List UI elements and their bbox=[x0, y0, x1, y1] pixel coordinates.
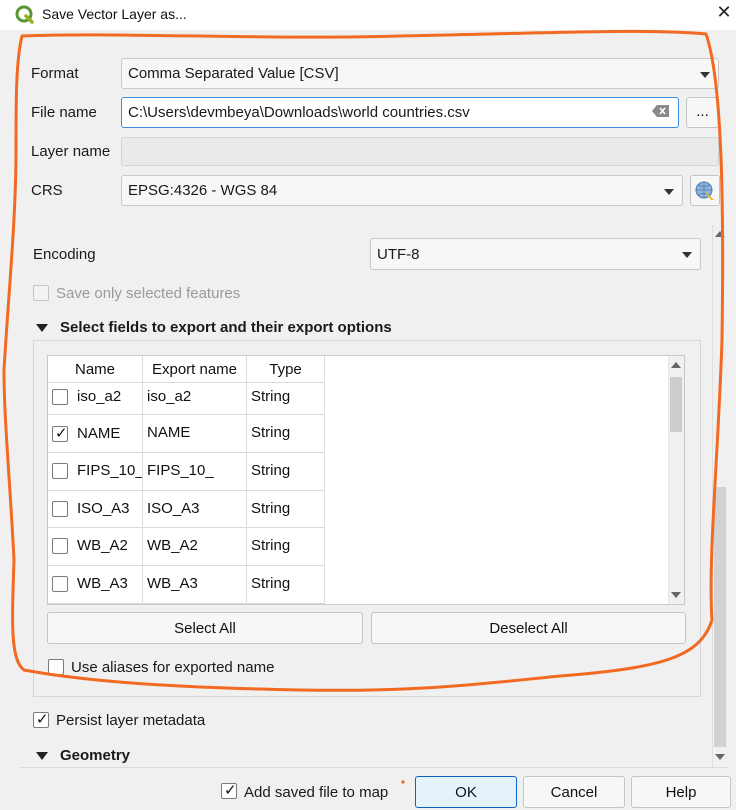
add-to-map-checkbox[interactable]: ✓ bbox=[221, 782, 237, 799]
field-name: iso_a2 bbox=[77, 388, 122, 405]
clear-text-icon[interactable] bbox=[652, 104, 670, 118]
type-cell: String bbox=[247, 453, 325, 491]
table-row[interactable]: WB_A2 bbox=[48, 528, 143, 566]
crs-select[interactable]: EPSG:4326 - WGS 84 bbox=[121, 175, 683, 206]
row-checkbox[interactable] bbox=[52, 463, 68, 479]
column-header-export-name[interactable]: Export name bbox=[143, 356, 247, 383]
globe-icon bbox=[695, 181, 714, 200]
check-icon: ✓ bbox=[55, 425, 68, 442]
layername-label: Layer name bbox=[31, 143, 111, 160]
export-name-cell[interactable]: WB_A3 bbox=[143, 566, 247, 604]
table-row[interactable]: WB_A3 bbox=[48, 566, 143, 604]
row-checkbox[interactable] bbox=[52, 501, 68, 517]
row-checkbox[interactable] bbox=[52, 389, 68, 405]
scroll-down-icon[interactable] bbox=[715, 754, 725, 760]
format-value: Comma Separated Value [CSV] bbox=[128, 65, 339, 82]
table-scroll-thumb[interactable] bbox=[670, 377, 682, 432]
use-aliases-label: Use aliases for exported name bbox=[71, 659, 275, 676]
table-row[interactable]: ISO_A3 bbox=[48, 491, 143, 528]
row-checkbox[interactable] bbox=[52, 576, 68, 592]
column-header-type[interactable]: Type bbox=[247, 356, 325, 383]
table-row[interactable]: ✓ NAME bbox=[48, 415, 143, 453]
cancel-button[interactable]: Cancel bbox=[523, 776, 625, 808]
layername-input bbox=[121, 137, 719, 166]
close-icon[interactable]: ✕ bbox=[712, 2, 736, 26]
format-select[interactable]: Comma Separated Value [CSV] bbox=[121, 58, 719, 89]
export-name-cell[interactable]: WB_A2 bbox=[143, 528, 247, 566]
filename-input[interactable]: C:\Users\devmbeya\Downloads\world countr… bbox=[121, 97, 679, 128]
table-row[interactable]: FIPS_10_ bbox=[48, 453, 143, 491]
fields-section-title[interactable]: Select fields to export and their export… bbox=[60, 319, 392, 336]
footer-divider bbox=[20, 767, 728, 768]
deselect-all-button[interactable]: Deselect All bbox=[371, 612, 686, 644]
chevron-down-icon bbox=[664, 189, 674, 195]
main-scroll-thumb[interactable] bbox=[714, 245, 726, 485]
encoding-label: Encoding bbox=[33, 246, 96, 263]
format-label: Format bbox=[31, 65, 79, 82]
save-selected-checkbox bbox=[33, 285, 49, 301]
help-button[interactable]: Help bbox=[631, 776, 731, 808]
type-cell: String bbox=[247, 566, 325, 604]
encoding-select[interactable]: UTF-8 bbox=[370, 238, 701, 270]
scroll-up-icon[interactable] bbox=[715, 231, 725, 237]
export-name-cell[interactable]: NAME bbox=[143, 415, 247, 453]
field-name: ISO_A3 bbox=[77, 500, 130, 517]
check-icon: ✓ bbox=[224, 782, 237, 799]
main-scroll-track-lower[interactable] bbox=[714, 487, 726, 747]
field-name: WB_A3 bbox=[77, 575, 128, 592]
field-name: FIPS_10_ bbox=[77, 462, 143, 479]
crs-selector-button[interactable] bbox=[690, 175, 720, 206]
crs-value: EPSG:4326 - WGS 84 bbox=[128, 182, 278, 199]
persist-metadata-checkbox[interactable]: ✓ bbox=[33, 711, 49, 728]
window-title: Save Vector Layer as... bbox=[42, 6, 187, 22]
type-cell: String bbox=[247, 383, 325, 415]
field-name: NAME bbox=[77, 425, 121, 442]
collapse-triangle-icon[interactable] bbox=[36, 752, 48, 760]
scroll-down-icon[interactable] bbox=[671, 592, 681, 598]
save-selected-label: Save only selected features bbox=[56, 285, 241, 302]
table-row[interactable]: iso_a2 bbox=[48, 383, 143, 415]
type-cell: String bbox=[247, 528, 325, 566]
chevron-down-icon bbox=[700, 72, 710, 78]
persist-metadata-label: Persist layer metadata bbox=[56, 712, 206, 729]
filename-value: C:\Users\devmbeya\Downloads\world countr… bbox=[128, 104, 470, 121]
qgis-logo-icon bbox=[15, 5, 35, 25]
geometry-section-title[interactable]: Geometry bbox=[60, 747, 130, 764]
use-aliases-checkbox[interactable] bbox=[48, 659, 64, 675]
select-all-button[interactable]: Select All bbox=[47, 612, 363, 644]
row-checkbox[interactable]: ✓ bbox=[52, 425, 68, 442]
type-cell: String bbox=[247, 415, 325, 453]
export-name-cell[interactable]: ISO_A3 bbox=[143, 491, 247, 528]
type-cell: String bbox=[247, 491, 325, 528]
encoding-value: UTF-8 bbox=[377, 246, 420, 263]
export-name-cell[interactable]: FIPS_10_ bbox=[143, 453, 247, 491]
filename-label: File name bbox=[31, 104, 97, 121]
add-to-map-label: Add saved file to map bbox=[244, 784, 389, 801]
check-icon: ✓ bbox=[36, 711, 49, 728]
export-name-cell[interactable]: iso_a2 bbox=[143, 383, 247, 415]
ok-button[interactable]: OK bbox=[415, 776, 517, 808]
collapse-triangle-icon[interactable] bbox=[36, 324, 48, 332]
column-header-name[interactable]: Name bbox=[48, 356, 143, 383]
chevron-down-icon bbox=[682, 252, 692, 258]
browse-button[interactable]: ... bbox=[686, 97, 719, 128]
scroll-up-icon[interactable] bbox=[671, 362, 681, 368]
field-name: WB_A2 bbox=[77, 537, 128, 554]
row-checkbox[interactable] bbox=[52, 538, 68, 554]
crs-label: CRS bbox=[31, 182, 63, 199]
